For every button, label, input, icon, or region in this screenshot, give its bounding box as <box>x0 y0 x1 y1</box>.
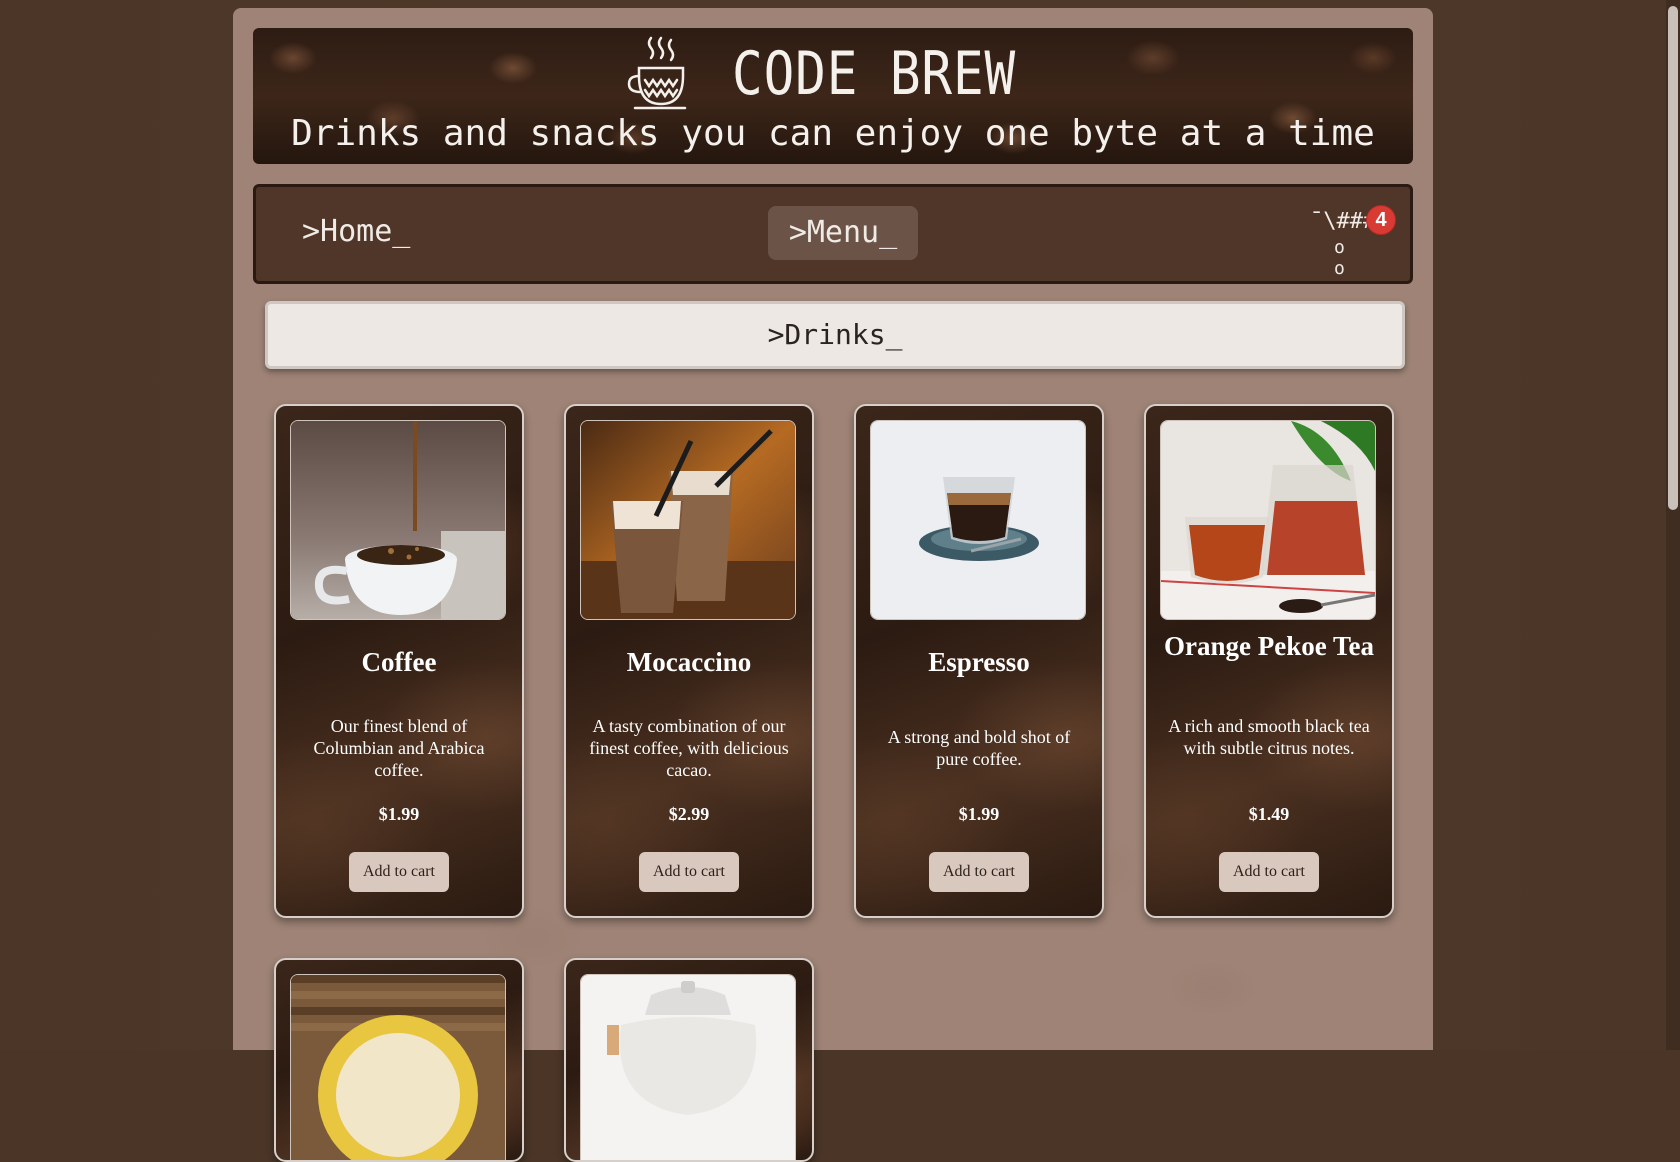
add-to-cart-button[interactable]: Add to cart <box>1219 852 1319 892</box>
coffee-pour-cup-photo <box>290 420 506 620</box>
cart-wheels-icon: o o <box>1334 237 1357 279</box>
product-price: $2.99 <box>668 804 710 824</box>
product-card-partial <box>274 958 524 1162</box>
add-to-cart-button[interactable]: Add to cart <box>639 852 739 892</box>
site-title: CODE BREW <box>731 39 1016 109</box>
add-to-cart-button[interactable]: Add to cart <box>349 852 449 892</box>
product-card-orange-pekoe-tea: Orange Pekoe Tea A rich and smooth black… <box>1144 404 1394 918</box>
product-price: $1.99 <box>958 804 1000 824</box>
steaming-cup-icon <box>627 36 687 110</box>
banner-title-row: CODE BREW <box>253 34 1413 114</box>
product-card-coffee: Coffee Our finest blend of Columbian and… <box>274 404 524 918</box>
product-name: Coffee <box>361 647 437 677</box>
product-description: A tasty combination of our finest coffee… <box>589 716 789 780</box>
product-price: $1.99 <box>378 804 420 824</box>
product-card-mocaccino: Mocaccino A tasty combination of our fin… <box>564 404 814 918</box>
product-description: A rich and smooth black tea with subtle … <box>1168 716 1370 758</box>
scrollbar-thumb[interactable] <box>1668 6 1678 510</box>
product-name: Orange Pekoe Tea <box>1164 631 1374 661</box>
glass-teapot-photo <box>580 974 796 1160</box>
add-to-cart-button[interactable]: Add to cart <box>929 852 1029 892</box>
cart-count-badge: 4 <box>1366 205 1396 235</box>
cart-button[interactable]: ¯\###/ o o 4 <box>1302 205 1402 279</box>
nav-home-link[interactable]: >Home_ <box>302 205 410 259</box>
main-navbar: >Home_ >Menu_ ¯\###/ o o 4 <box>253 184 1413 284</box>
product-card-partial <box>564 958 814 1162</box>
mocaccino-glasses-photo <box>580 420 796 620</box>
section-title: >Drinks_ <box>265 301 1405 369</box>
product-description: Our finest blend of Columbian and Arabic… <box>313 716 485 780</box>
main-content-panel: CODE BREW Drinks and snacks you can enjo… <box>233 8 1433 1162</box>
header-banner: CODE BREW Drinks and snacks you can enjo… <box>253 28 1413 164</box>
site-tagline: Drinks and snacks you can enjoy one byte… <box>291 113 1375 154</box>
product-price: $1.49 <box>1248 804 1290 824</box>
product-card-espresso: Espresso A strong and bold shot of pure … <box>854 404 1104 918</box>
nav-menu-link[interactable]: >Menu_ <box>768 206 918 260</box>
tea-cup-teapot-photo <box>1160 420 1376 620</box>
product-description: A strong and bold shot of pure coffee. <box>887 727 1071 769</box>
espresso-glass-saucer-photo <box>870 420 1086 620</box>
product-name: Mocaccino <box>626 647 752 677</box>
latte-art-cup-photo <box>290 974 506 1160</box>
product-name: Espresso <box>928 647 1030 677</box>
